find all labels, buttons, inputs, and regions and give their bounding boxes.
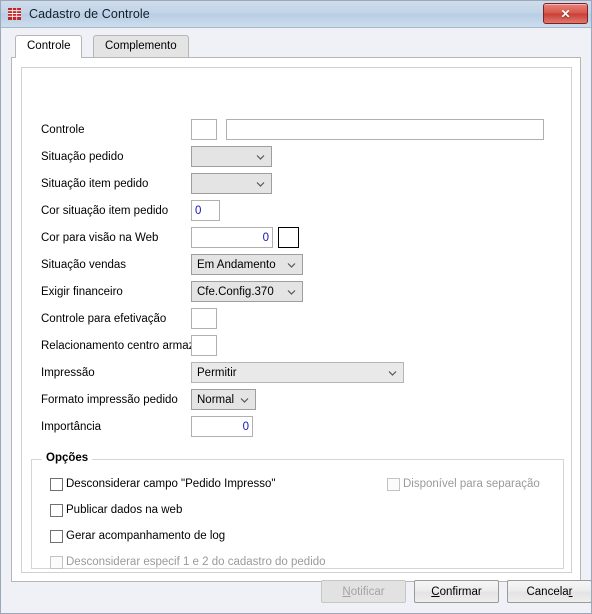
situacao-vendas-combo[interactable]: Em Andamento <box>191 254 303 275</box>
cor-situacao-item-pedido-input[interactable] <box>191 200 220 221</box>
controle-description-input[interactable] <box>226 119 544 140</box>
checkbox-label: Desconsiderar campo "Pedido Impresso" <box>66 478 276 490</box>
tab-complemento-label: Complemento <box>105 40 177 52</box>
factory-icon <box>7 6 23 22</box>
label-cor-visao-web: Cor para visão na Web <box>41 232 159 244</box>
tab-page-controle: Controle Situação pedido Situação item p… <box>11 57 581 582</box>
chevron-down-icon <box>287 287 296 296</box>
notificar-button-label: Notificar <box>342 585 385 598</box>
tab-controle-label: Controle <box>27 40 71 52</box>
checkbox-box-icon <box>50 477 63 491</box>
relacionamento-centro-armaz-input[interactable] <box>191 335 217 356</box>
close-button[interactable]: ✕ <box>543 3 588 24</box>
cancelar-button-label: Cancelar <box>526 585 573 598</box>
checkbox-box-icon <box>387 477 400 491</box>
label-situacao-item-pedido: Situação item pedido <box>41 178 149 190</box>
label-cor-situacao-item-pedido: Cor situação item pedido <box>41 205 169 217</box>
label-situacao-pedido: Situação pedido <box>41 151 124 163</box>
label-relacionamento-centro-armaz: Relacionamento centro armaz. <box>41 340 198 352</box>
label-importancia: Importância <box>41 421 102 433</box>
form-panel: Controle Situação pedido Situação item p… <box>21 67 572 573</box>
formato-impressao-pedido-combo[interactable]: Normal <box>191 389 256 410</box>
chevron-down-icon <box>287 260 296 269</box>
dialog-window: Cadastro de Controle ✕ Controle Compleme… <box>0 0 592 614</box>
formato-impressao-pedido-value: Normal <box>197 393 235 406</box>
label-impressao: Impressão <box>41 367 95 379</box>
checkbox-label: Disponível para separação <box>403 478 540 490</box>
chevron-down-icon <box>388 368 397 377</box>
checkbox-box-icon <box>50 555 63 569</box>
label-situacao-vendas: Situação vendas <box>41 259 127 271</box>
checkbox-desconsiderar-especif: Desconsiderar especif 1 e 2 do cadastro … <box>50 555 326 569</box>
chevron-down-icon <box>256 179 265 188</box>
checkbox-box-icon <box>50 503 63 517</box>
notificar-button: Notificar <box>321 580 406 603</box>
label-controle: Controle <box>41 124 85 136</box>
controle-code-input[interactable] <box>191 119 217 140</box>
checkbox-desconsiderar-pedido-impresso[interactable]: Desconsiderar campo "Pedido Impresso" <box>50 477 276 491</box>
checkbox-label: Publicar dados na web <box>66 504 183 516</box>
client-area: Controle Complemento Controle Situação p… <box>1 28 591 613</box>
situacao-vendas-value: Em Andamento <box>197 258 276 271</box>
chevron-down-icon <box>256 152 265 161</box>
label-formato-impressao-pedido: Formato impressão pedido <box>41 394 178 406</box>
options-groupbox-title: Opções <box>42 452 93 464</box>
checkbox-label: Desconsiderar especif 1 e 2 do cadastro … <box>66 556 326 568</box>
dialog-footer: Notificar Confirmar Cancelar <box>1 569 591 613</box>
title-bar: Cadastro de Controle ✕ <box>1 1 591 28</box>
confirmar-button[interactable]: Confirmar <box>414 580 499 603</box>
exigir-financeiro-value: Cfe.Config.370 <box>197 285 274 298</box>
checkbox-label: Gerar acompanhamento de log <box>66 530 226 542</box>
close-icon: ✕ <box>560 6 571 21</box>
exigir-financeiro-combo[interactable]: Cfe.Config.370 <box>191 281 303 302</box>
chevron-down-icon <box>240 395 249 404</box>
tab-complemento[interactable]: Complemento <box>93 35 189 57</box>
cancelar-button[interactable]: Cancelar <box>507 580 591 603</box>
situacao-item-pedido-combo[interactable] <box>191 173 272 194</box>
confirmar-button-label: Confirmar <box>431 585 482 598</box>
cor-visao-web-input[interactable] <box>191 227 273 248</box>
tab-strip: Controle Complemento <box>11 35 581 58</box>
checkbox-gerar-acompanhamento-log[interactable]: Gerar acompanhamento de log <box>50 529 225 543</box>
checkbox-disponivel-separacao: Disponível para separação <box>387 477 540 491</box>
situacao-pedido-combo[interactable] <box>191 146 272 167</box>
cor-visao-web-swatch[interactable] <box>278 227 299 248</box>
tab-controle[interactable]: Controle <box>15 35 83 58</box>
controle-efetivacao-input[interactable] <box>191 308 217 329</box>
window-title: Cadastro de Controle <box>29 7 150 21</box>
impressao-value: Permitir <box>197 366 237 379</box>
checkbox-publicar-dados-web[interactable]: Publicar dados na web <box>50 503 182 517</box>
impressao-combo[interactable]: Permitir <box>191 362 404 383</box>
label-controle-efetivacao: Controle para efetivação <box>41 313 167 325</box>
label-exigir-financeiro: Exigir financeiro <box>41 286 123 298</box>
checkbox-box-icon <box>50 529 63 543</box>
options-groupbox: Opções Desconsiderar campo "Pedido Impre… <box>31 452 564 569</box>
importancia-input[interactable] <box>191 416 253 437</box>
